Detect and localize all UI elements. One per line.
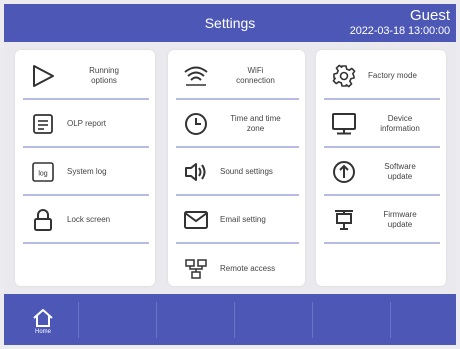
menu-item-software-update[interactable]: Software update bbox=[324, 150, 440, 196]
datetime-display: 2022-03-18 13:00:00 bbox=[349, 25, 450, 37]
menu-item-label: Lock screen bbox=[67, 215, 111, 224]
settings-content: Running options OLP report log System lo… bbox=[4, 42, 456, 294]
menu-item-label: Time and time zone bbox=[230, 114, 281, 133]
menu-item-running-options[interactable]: Running options bbox=[23, 54, 149, 100]
home-icon bbox=[24, 308, 62, 328]
menu-item-label: Software update bbox=[384, 162, 416, 181]
network-icon bbox=[176, 252, 216, 286]
upload-icon bbox=[324, 155, 364, 189]
settings-panel-left: Running options OLP report log System lo… bbox=[15, 50, 155, 286]
menu-item-label: Sound settings bbox=[220, 167, 273, 176]
clock-icon bbox=[176, 107, 216, 141]
menu-item-firmware-update[interactable]: Firmware update bbox=[324, 198, 440, 244]
menu-item-email-setting[interactable]: Email setting bbox=[176, 198, 299, 244]
svg-text:log: log bbox=[38, 171, 47, 178]
settings-panel-right: Factory mode Device information Software… bbox=[316, 50, 446, 286]
chip-icon bbox=[324, 203, 364, 237]
menu-item-lock-screen[interactable]: Lock screen bbox=[23, 198, 149, 244]
nav-divider bbox=[312, 302, 313, 338]
home-button[interactable]: Home bbox=[24, 302, 62, 342]
email-icon bbox=[176, 203, 216, 237]
speaker-icon bbox=[176, 155, 216, 189]
monitor-icon bbox=[324, 107, 364, 141]
menu-item-label: WiFi connection bbox=[236, 66, 275, 85]
menu-item-system-log[interactable]: log System log bbox=[23, 150, 149, 196]
settings-panel-middle: WiFi connection Time and time zone Sound… bbox=[168, 50, 305, 286]
menu-item-device-information[interactable]: Device information bbox=[324, 102, 440, 148]
report-icon bbox=[23, 107, 63, 141]
gear-icon bbox=[324, 59, 364, 93]
nav-divider bbox=[390, 302, 391, 338]
nav-divider bbox=[156, 302, 157, 338]
menu-item-label: Remote access bbox=[220, 264, 276, 273]
log-icon: log bbox=[23, 155, 63, 189]
menu-item-label: Running options bbox=[89, 66, 119, 85]
nav-divider bbox=[234, 302, 235, 338]
user-name[interactable]: Guest bbox=[410, 7, 450, 24]
settings-screen: Settings Guest 2022-03-18 13:00:00 Runni… bbox=[4, 4, 456, 345]
lock-icon bbox=[23, 203, 63, 237]
menu-item-sound-settings[interactable]: Sound settings bbox=[176, 150, 299, 196]
menu-item-label: Device information bbox=[380, 114, 420, 133]
bottom-nav-bar: Home bbox=[4, 294, 456, 345]
menu-item-label: OLP report bbox=[67, 119, 106, 128]
menu-item-wifi-connection[interactable]: WiFi connection bbox=[176, 54, 299, 100]
home-label: Home bbox=[34, 329, 51, 335]
play-icon bbox=[23, 59, 63, 93]
header-bar: Settings Guest 2022-03-18 13:00:00 bbox=[4, 4, 456, 42]
menu-item-time-zone[interactable]: Time and time zone bbox=[176, 102, 299, 148]
menu-item-factory-mode[interactable]: Factory mode bbox=[324, 54, 440, 100]
menu-item-label: Factory mode bbox=[368, 71, 417, 80]
menu-item-remote-access[interactable]: Remote access bbox=[176, 246, 299, 292]
menu-item-label: System log bbox=[67, 167, 107, 176]
menu-item-label: Email setting bbox=[220, 215, 266, 224]
wifi-icon bbox=[176, 59, 216, 93]
menu-item-label: Firmware update bbox=[383, 210, 417, 229]
menu-item-olp-report[interactable]: OLP report bbox=[23, 102, 149, 148]
nav-divider bbox=[78, 302, 79, 338]
